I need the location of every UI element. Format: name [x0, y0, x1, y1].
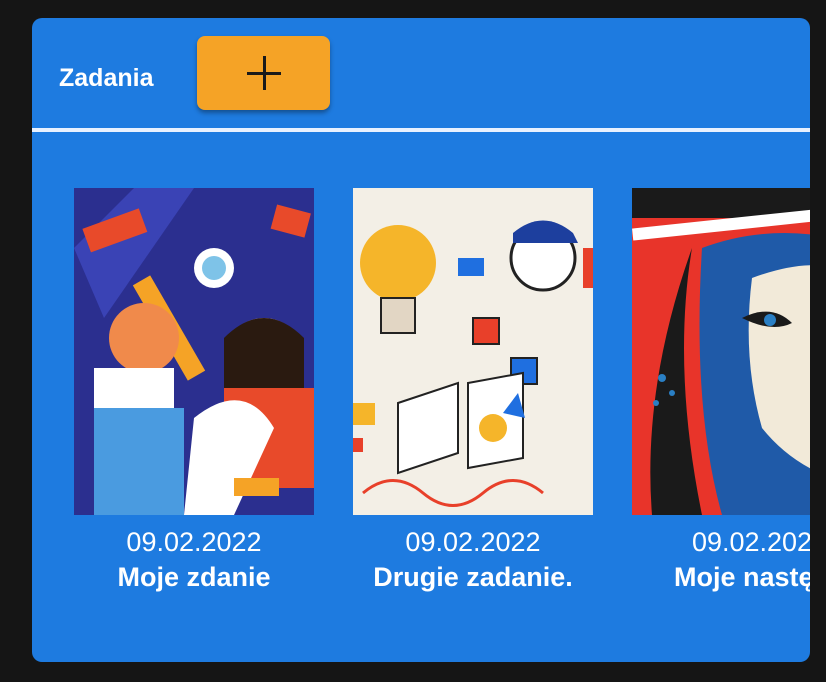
task-card[interactable]: 09.02.202 Moje nastęр [632, 188, 810, 593]
task-date: 09.02.2022 [126, 527, 262, 557]
task-thumbnail [353, 188, 593, 515]
task-name: Moje zdanie [117, 562, 271, 592]
header-divider [32, 128, 810, 132]
plus-icon [246, 56, 281, 90]
add-task-button[interactable] [197, 36, 330, 110]
task-card[interactable]: 09.02.2022 Drugie zadanie. [353, 188, 593, 593]
task-thumbnail [74, 188, 314, 515]
task-carousel[interactable]: 09.02.2022 Moje zdanie 09.02.2022 Drugie… [32, 188, 810, 618]
task-date: 09.02.2022 [405, 527, 541, 557]
task-name: Moje nastęр [673, 562, 810, 592]
task-name: Drugie zadanie. [373, 562, 573, 592]
task-card[interactable]: 09.02.2022 Moje zdanie [74, 188, 314, 593]
tasks-panel: Zadania 09.02.2022 Moje zdanie 09.02.202… [32, 18, 810, 662]
task-thumbnail [632, 188, 810, 515]
section-title: Zadania [59, 64, 154, 92]
task-date: 09.02.202 [691, 527, 810, 557]
tasks-header: Zadania [32, 18, 810, 128]
